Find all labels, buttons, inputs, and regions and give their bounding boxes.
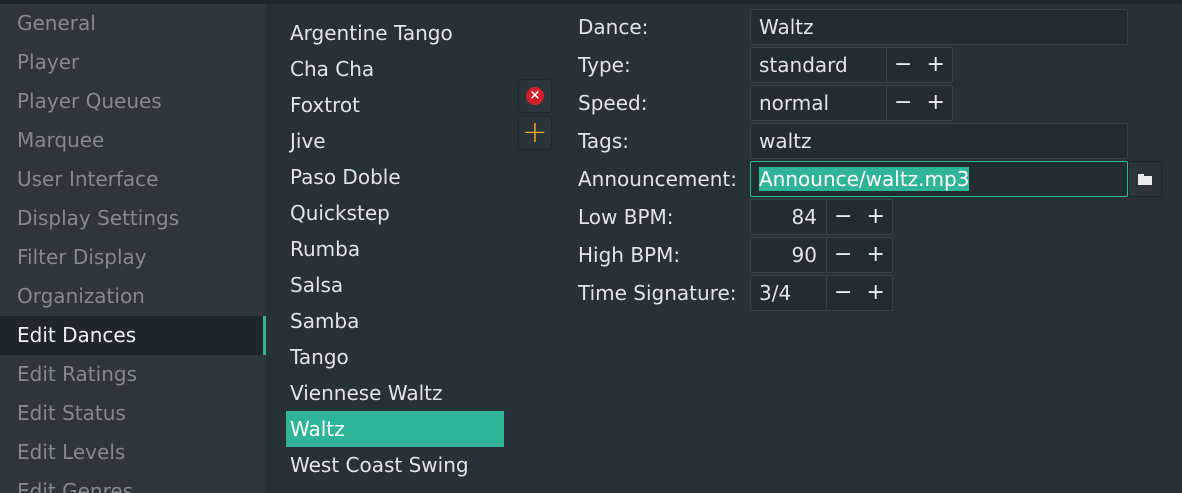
sidebar-item-edit-ratings[interactable]: Edit Ratings	[0, 355, 266, 394]
high-bpm-field[interactable]: 90	[750, 237, 827, 273]
dance-list-item[interactable]: Viennese Waltz	[286, 375, 504, 411]
dance-list-item[interactable]: Rumba	[286, 231, 504, 267]
dance-name-field[interactable]: Waltz	[750, 9, 1128, 45]
type-label: Type:	[578, 53, 631, 77]
low-bpm-decrement-button[interactable]: −	[827, 200, 860, 234]
speed-label: Speed:	[578, 91, 648, 115]
sidebar-item-filter-display[interactable]: Filter Display	[0, 238, 266, 277]
dance-list-item[interactable]: Jive	[286, 123, 504, 159]
speed-increment-button[interactable]: +	[920, 86, 953, 120]
high-bpm-decrement-button[interactable]: −	[827, 238, 860, 272]
announcement-label: Announcement:	[578, 167, 737, 191]
dance-list-item[interactable]: Tango	[286, 339, 504, 375]
dance-list-item-selected[interactable]: Waltz	[286, 411, 504, 447]
time-signature-field[interactable]: 3/4	[750, 275, 827, 311]
tags-label: Tags:	[578, 129, 630, 153]
add-dance-button[interactable]: +	[518, 116, 552, 150]
announcement-field[interactable]: Announce/waltz.mp3	[750, 161, 1128, 197]
sidebar-item-edit-status[interactable]: Edit Status	[0, 394, 266, 433]
preferences-sidebar: General Player Player Queues Marquee Use…	[0, 4, 266, 493]
dance-list-item[interactable]: Foxtrot	[286, 87, 504, 123]
time-signature-increment-button[interactable]: +	[860, 276, 893, 310]
low-bpm-stepper: − +	[827, 199, 893, 235]
plus-icon: +	[522, 115, 548, 150]
preferences-window: General Player Player Queues Marquee Use…	[0, 0, 1182, 493]
dance-list-item[interactable]: Paso Doble	[286, 159, 504, 195]
dance-label: Dance:	[578, 15, 649, 39]
dance-list-item[interactable]: Cha Cha	[286, 51, 504, 87]
dance-list: Argentine Tango Cha Cha Foxtrot Jive Pas…	[286, 15, 504, 483]
type-decrement-button[interactable]: −	[887, 48, 920, 82]
sidebar-item-player-queues[interactable]: Player Queues	[0, 82, 266, 121]
sidebar-item-user-interface[interactable]: User Interface	[0, 160, 266, 199]
sidebar-item-organization[interactable]: Organization	[0, 277, 266, 316]
speed-stepper: − +	[887, 85, 953, 121]
sidebar-item-general[interactable]: General	[0, 4, 266, 43]
tags-field[interactable]: waltz	[750, 123, 1128, 159]
remove-dance-button[interactable]: ×	[518, 79, 552, 113]
dance-list-item[interactable]: Samba	[286, 303, 504, 339]
sidebar-item-edit-levels[interactable]: Edit Levels	[0, 433, 266, 472]
sidebar-item-edit-dances[interactable]: Edit Dances	[0, 316, 266, 355]
low-bpm-field[interactable]: 84	[750, 199, 827, 235]
high-bpm-label: High BPM:	[578, 243, 681, 267]
remove-circle-icon: ×	[526, 87, 544, 105]
dance-list-item[interactable]: Quickstep	[286, 195, 504, 231]
low-bpm-increment-button[interactable]: +	[860, 200, 893, 234]
type-field[interactable]: standard	[750, 47, 887, 83]
folder-icon	[1138, 173, 1152, 185]
time-signature-decrement-button[interactable]: −	[827, 276, 860, 310]
high-bpm-stepper: − +	[827, 237, 893, 273]
sidebar-item-player[interactable]: Player	[0, 43, 266, 82]
time-signature-stepper: − +	[827, 275, 893, 311]
dance-list-item[interactable]: Salsa	[286, 267, 504, 303]
sidebar-item-display-settings[interactable]: Display Settings	[0, 199, 266, 238]
type-increment-button[interactable]: +	[920, 48, 953, 82]
type-stepper: − +	[887, 47, 953, 83]
sidebar-item-marquee[interactable]: Marquee	[0, 121, 266, 160]
speed-decrement-button[interactable]: −	[887, 86, 920, 120]
high-bpm-increment-button[interactable]: +	[860, 238, 893, 272]
dance-list-item[interactable]: Argentine Tango	[286, 15, 504, 51]
announcement-selected-text: Announce/waltz.mp3	[759, 167, 970, 191]
time-signature-label: Time Signature:	[578, 281, 737, 305]
sidebar-item-edit-genres[interactable]: Edit Genres	[0, 472, 266, 493]
dance-list-item[interactable]: West Coast Swing	[286, 447, 504, 483]
speed-field[interactable]: normal	[750, 85, 887, 121]
browse-announcement-button[interactable]	[1128, 161, 1162, 197]
low-bpm-label: Low BPM:	[578, 205, 674, 229]
